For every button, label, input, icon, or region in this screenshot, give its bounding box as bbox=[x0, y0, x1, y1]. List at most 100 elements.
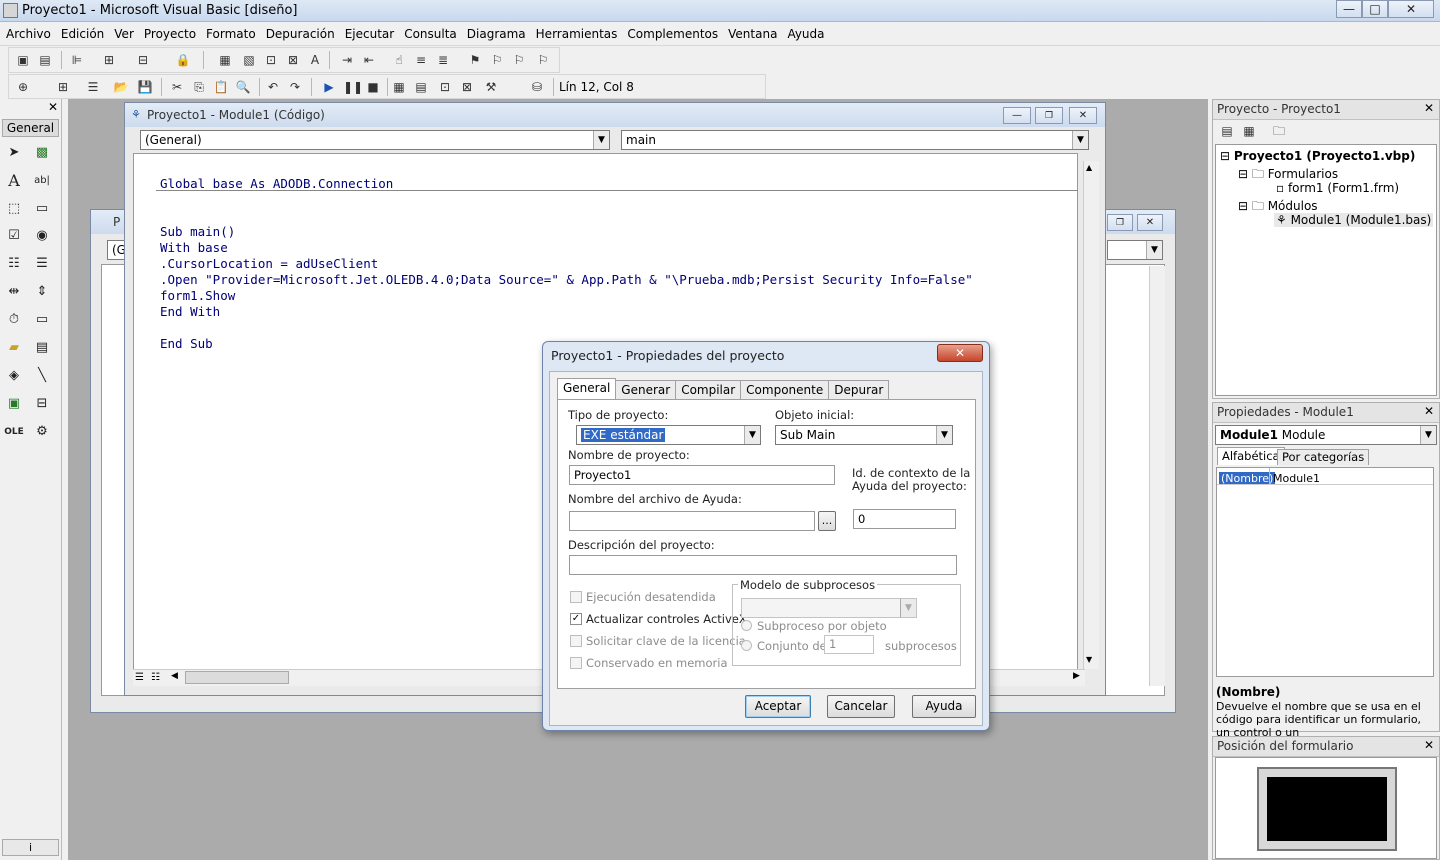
dirlistbox-icon[interactable]: ▰ bbox=[4, 338, 24, 358]
view-code-icon[interactable]: ▤ bbox=[1219, 123, 1235, 139]
toolbox-tab-general[interactable]: General bbox=[2, 119, 59, 137]
bring-front-icon[interactable]: ▣ bbox=[15, 52, 31, 68]
shape-icon[interactable]: ◈ bbox=[4, 366, 24, 386]
lock-icon[interactable]: 🔒 bbox=[175, 52, 191, 68]
procedure-view-icon[interactable]: ☰ bbox=[135, 672, 144, 683]
outdent-icon[interactable]: ⇤ bbox=[361, 52, 377, 68]
maximize-button[interactable]: □ bbox=[1362, 0, 1388, 18]
menu-depuracion[interactable]: Depuración bbox=[266, 27, 335, 41]
properties-icon[interactable]: ▧ bbox=[241, 52, 257, 68]
dialog-close-button[interactable]: ✕ bbox=[937, 344, 983, 362]
menu-archivo[interactable]: Archivo bbox=[6, 27, 51, 41]
open-icon[interactable]: 📂 bbox=[113, 79, 129, 95]
find-icon[interactable]: 🔍 bbox=[235, 79, 251, 95]
back-close-button[interactable]: ✕ bbox=[1137, 214, 1163, 231]
menu-proyecto[interactable]: Proyecto bbox=[144, 27, 196, 41]
ayuda-button[interactable]: Ayuda bbox=[912, 695, 976, 718]
code-minimize-button[interactable]: — bbox=[1003, 107, 1031, 124]
label-icon[interactable]: A bbox=[4, 171, 24, 191]
pointer-icon[interactable]: ➤ bbox=[4, 143, 24, 163]
copy-icon[interactable]: ⎘ bbox=[191, 79, 207, 95]
send-back-icon[interactable]: ▤ bbox=[37, 52, 53, 68]
scroll-thumb[interactable] bbox=[185, 671, 289, 684]
tab-por-categorias[interactable]: Por categorías bbox=[1277, 449, 1370, 465]
paste-icon[interactable]: 📋 bbox=[213, 79, 229, 95]
procedure-combo[interactable]: main ▼ bbox=[621, 130, 1089, 150]
tree-node-project[interactable]: ⊟ Proyecto1 (Proyecto1.vbp) bbox=[1220, 149, 1415, 163]
add-form-icon[interactable]: ⊞ bbox=[55, 79, 71, 95]
view-object-icon[interactable]: ▦ bbox=[1241, 123, 1257, 139]
listbox-icon[interactable]: ☰ bbox=[32, 254, 52, 274]
vscrollbar-icon[interactable]: ⇕ bbox=[32, 282, 52, 302]
menu-ver[interactable]: Ver bbox=[114, 27, 134, 41]
indent-icon[interactable]: ⇥ bbox=[339, 52, 355, 68]
menu-herramientas[interactable]: Herramientas bbox=[536, 27, 618, 41]
tab-depurar[interactable]: Depurar bbox=[828, 380, 890, 400]
align-icon[interactable]: ⊫ bbox=[69, 52, 85, 68]
cancelar-button[interactable]: Cancelar bbox=[827, 695, 895, 718]
close-icon[interactable]: ✕ bbox=[1422, 102, 1436, 116]
add-project-icon[interactable]: ⊕ bbox=[15, 79, 31, 95]
data-icon[interactable]: ⊟ bbox=[32, 394, 52, 414]
filelistbox-icon[interactable]: ▤ bbox=[32, 338, 52, 358]
close-button[interactable]: ✕ bbox=[1388, 0, 1434, 18]
menu-ejecutar[interactable]: Ejecutar bbox=[345, 27, 395, 41]
hand-icon[interactable]: ☝ bbox=[391, 52, 407, 68]
tab-general[interactable]: General bbox=[557, 378, 617, 400]
bookmark-icon[interactable]: ⚑ bbox=[467, 52, 483, 68]
redo-icon[interactable]: ↷ bbox=[287, 79, 303, 95]
tab-componente[interactable]: Componente bbox=[740, 380, 830, 400]
end-icon[interactable]: ■ bbox=[365, 79, 381, 95]
chevron-down-icon[interactable]: ▼ bbox=[744, 426, 760, 444]
full-module-view-icon[interactable]: ☷ bbox=[151, 672, 160, 683]
menu-formato[interactable]: Formato bbox=[206, 27, 256, 41]
checkbox-icon[interactable]: ☑ bbox=[4, 226, 24, 246]
form-layout-icon[interactable]: ⊡ bbox=[263, 52, 279, 68]
descripcion-input[interactable] bbox=[569, 555, 957, 575]
tab-alfabetica[interactable]: Alfabética bbox=[1217, 447, 1285, 465]
code-restore-button[interactable]: ❐ bbox=[1035, 107, 1063, 124]
object-browser-icon[interactable]: ⊠ bbox=[459, 79, 475, 95]
font-size-icon[interactable]: A bbox=[307, 52, 323, 68]
properties-window-icon[interactable]: ▤ bbox=[413, 79, 429, 95]
toolbox-icon[interactable]: ⚒ bbox=[483, 79, 499, 95]
conjunto-de-input[interactable]: 1 bbox=[824, 635, 874, 654]
menu-editor-icon[interactable]: ☰ bbox=[85, 79, 101, 95]
frame-icon[interactable]: ⬚ bbox=[4, 199, 24, 219]
textbox-icon[interactable]: ab| bbox=[32, 171, 52, 191]
undo-icon[interactable]: ↶ bbox=[265, 79, 281, 95]
scroll-up-icon[interactable]: ▲ bbox=[1086, 163, 1092, 172]
code-vertical-scrollbar[interactable]: ▲ ▼ bbox=[1083, 161, 1099, 669]
picturebox-icon[interactable]: ▩ bbox=[32, 143, 52, 163]
chevron-down-icon[interactable]: ▼ bbox=[936, 426, 952, 444]
break-icon[interactable]: ❚❚ bbox=[343, 79, 363, 95]
scroll-right-icon[interactable]: ▶ bbox=[1073, 671, 1080, 681]
tree-node-form1[interactable]: ▫ form1 (Form1.frm) bbox=[1276, 181, 1399, 195]
start-icon[interactable]: ▶ bbox=[321, 79, 337, 95]
ole-icon[interactable]: OLE bbox=[4, 422, 24, 442]
menu-edicion[interactable]: Edición bbox=[61, 27, 104, 41]
menu-diagrama[interactable]: Diagrama bbox=[467, 27, 526, 41]
object-browser-icon[interactable]: ⊠ bbox=[285, 52, 301, 68]
data-view-icon[interactable]: ⛁ bbox=[529, 79, 545, 95]
uncomment-icon[interactable]: ≣ bbox=[435, 52, 451, 68]
object-combo[interactable]: (General) ▼ bbox=[140, 130, 610, 150]
archivo-ayuda-input[interactable] bbox=[569, 511, 815, 531]
menu-complementos[interactable]: Complementos bbox=[627, 27, 718, 41]
prev-bookmark-icon[interactable]: ⚐ bbox=[511, 52, 527, 68]
commandbutton-icon[interactable]: ▭ bbox=[32, 199, 52, 219]
conjunto-de-radio[interactable] bbox=[741, 640, 752, 651]
close-icon[interactable]: ✕ bbox=[1422, 405, 1436, 419]
project-explorer-icon[interactable]: ▦ bbox=[217, 52, 233, 68]
cut-icon[interactable]: ✂ bbox=[169, 79, 185, 95]
optionbutton-icon[interactable]: ◉ bbox=[32, 226, 52, 246]
toolbox-info-button[interactable]: i bbox=[2, 839, 59, 856]
menu-ayuda[interactable]: Ayuda bbox=[787, 27, 824, 41]
solicitar-licencia-checkbox[interactable] bbox=[570, 635, 582, 647]
nombre-proyecto-input[interactable]: Proyecto1 bbox=[569, 465, 835, 485]
tree-node-module1[interactable]: ⚘ Module1 (Module1.bas) bbox=[1274, 213, 1434, 227]
scroll-down-icon[interactable]: ▼ bbox=[1086, 655, 1092, 664]
minimize-button[interactable]: — bbox=[1336, 0, 1362, 18]
size-icon[interactable]: ⊟ bbox=[135, 52, 151, 68]
timer-icon[interactable]: ⏱ bbox=[4, 310, 24, 330]
